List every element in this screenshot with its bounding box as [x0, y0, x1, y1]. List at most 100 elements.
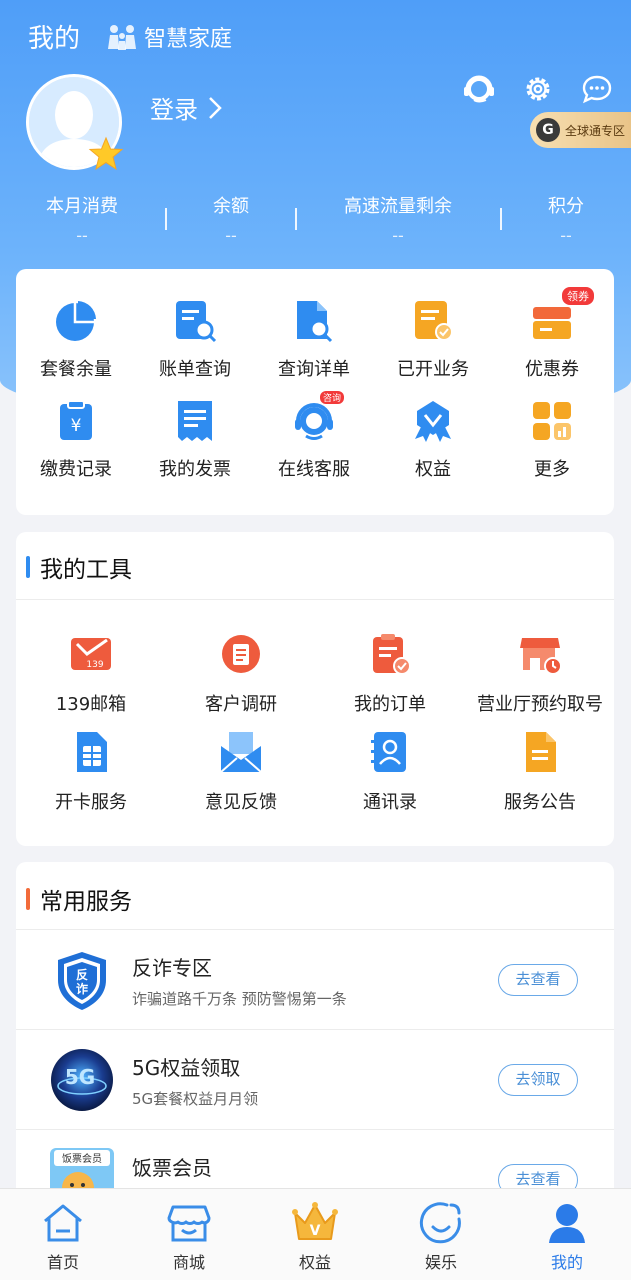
tab-label: 我的 — [550, 1253, 583, 1272]
view-button[interactable]: 去查看 — [498, 964, 578, 996]
grid-item-label: 缴费记录 — [40, 459, 112, 480]
login-link[interactable]: 登录 — [150, 90, 222, 125]
tool-item-store-appointment[interactable]: 营业厅预约取号 — [465, 630, 615, 716]
tab-shop[interactable]: 商城 — [139, 1201, 239, 1273]
stat-label: 本月消费 — [46, 196, 118, 217]
service-subtitle: 诈骗道路千万条 预防警惕第一条 — [132, 990, 347, 1008]
global-zone-logo-icon: G — [536, 118, 560, 142]
tool-item-my-orders[interactable]: 我的订单 — [315, 630, 465, 716]
smart-family-link[interactable]: 智慧家庭 — [106, 21, 232, 53]
survey-icon — [222, 635, 260, 673]
anti-fraud-shield-icon: 反 诈 — [58, 952, 106, 1010]
family-label: 智慧家庭 — [144, 26, 233, 52]
top-bar: 我的 智慧家庭 — [28, 18, 232, 55]
opened-service-icon — [415, 301, 453, 341]
stat-monthly-spend[interactable]: 本月消费 -- — [22, 192, 142, 245]
stat-points[interactable]: 积分 -- — [516, 192, 616, 245]
tool-item-contacts[interactable]: 通讯录 — [315, 728, 465, 814]
quick-actions-card: 套餐余量 账单查询 查询详单 已开业务 领券 优惠券 ¥ 缴费记录 我的发票 咨… — [16, 269, 614, 515]
stat-balance[interactable]: 余额 -- — [181, 192, 281, 245]
tool-item-label: 开卡服务 — [55, 792, 127, 813]
global-zone-button[interactable]: G 全球通专区 — [530, 112, 631, 148]
svg-text:¥: ¥ — [71, 416, 82, 436]
tab-home[interactable]: 首页 — [13, 1201, 113, 1273]
bill-search-icon — [176, 301, 217, 343]
service-subtitle: 5G套餐权益月月领 — [132, 1090, 259, 1108]
grid-item-label: 权益 — [415, 459, 451, 480]
tool-item-customer-survey[interactable]: 客户调研 — [166, 630, 316, 716]
bottom-tab-bar: 首页 商城 V 权益 娱乐 我的 — [0, 1188, 631, 1280]
grid-item-coupons[interactable]: 领券 优惠券 — [497, 287, 607, 381]
svg-text:5G: 5G — [65, 1065, 95, 1089]
rights-icon — [415, 401, 451, 442]
tool-item-service-notice[interactable]: 服务公告 — [465, 728, 615, 814]
stat-label: 积分 — [548, 196, 584, 217]
tab-profile[interactable]: 我的 — [517, 1201, 617, 1273]
stat-value: -- — [392, 226, 404, 245]
grid-item-label: 更多 — [534, 459, 570, 480]
tool-item-label: 客户调研 — [205, 694, 277, 715]
more-grid-icon — [533, 402, 571, 440]
profile-icon — [549, 1204, 585, 1243]
grid-item-opened-services[interactable]: 已开业务 — [378, 297, 488, 381]
grid-item-plan-balance[interactable]: 套餐余量 — [21, 297, 131, 381]
section-title-tools: 我的工具 — [26, 550, 132, 584]
service-row-anti-fraud[interactable]: 反 诈 反诈专区 诈骗道路千万条 预防警惕第一条 去查看 — [16, 930, 614, 1030]
store-queue-icon — [520, 638, 562, 675]
grid-item-more[interactable]: 更多 — [497, 397, 607, 481]
tool-item-feedback[interactable]: 意见反馈 — [166, 728, 316, 814]
messages-button[interactable] — [580, 72, 614, 106]
tab-label: 权益 — [298, 1253, 331, 1272]
grid-item-detail-query[interactable]: 查询详单 — [259, 297, 369, 381]
crown-icon: V — [292, 1202, 338, 1240]
home-icon — [44, 1204, 82, 1242]
account-stats: 本月消费 -- 余额 -- 高速流量剩余 -- 积分 -- — [0, 192, 631, 252]
tool-item-label: 意见反馈 — [205, 792, 277, 813]
pie-chart-icon — [56, 301, 96, 341]
section-accent-bar — [26, 888, 30, 910]
family-icon — [108, 24, 137, 50]
tab-label: 商城 — [172, 1253, 205, 1272]
section-title-text: 常用服务 — [40, 889, 132, 915]
grid-item-label: 查询详单 — [278, 359, 350, 380]
page-title: 我的 — [28, 24, 81, 54]
grid-item-label: 在线客服 — [278, 459, 350, 480]
section-title-services: 常用服务 — [26, 882, 132, 916]
tab-entertainment[interactable]: 娱乐 — [391, 1201, 491, 1273]
grid-item-bill-query[interactable]: 账单查询 — [140, 297, 250, 381]
contacts-icon — [371, 732, 406, 772]
settings-button[interactable] — [521, 72, 555, 106]
tool-item-139-mail[interactable]: 139 139邮箱 — [16, 630, 166, 716]
svg-text:139: 139 — [86, 660, 103, 670]
grid-item-payment-records[interactable]: ¥ 缴费记录 — [21, 397, 131, 481]
grid-item-label: 账单查询 — [159, 359, 231, 380]
tool-item-open-card[interactable]: 开卡服务 — [16, 728, 166, 814]
stat-divider — [500, 208, 502, 230]
customer-service-headset-button[interactable] — [462, 72, 496, 106]
tool-item-label: 营业厅预约取号 — [477, 694, 603, 715]
grid-item-rights[interactable]: 权益 — [378, 397, 488, 481]
svg-text:V: V — [310, 1223, 321, 1239]
tool-item-label: 我的订单 — [354, 694, 426, 715]
svg-text:诈: 诈 — [76, 981, 88, 996]
service-title: 反诈专区 — [132, 956, 212, 980]
chat-bubble-icon — [582, 75, 612, 104]
detail-search-icon — [297, 301, 333, 343]
stat-value: -- — [76, 226, 88, 245]
section-accent-bar — [26, 556, 30, 578]
login-label: 登录 — [150, 96, 198, 124]
grid-item-my-invoices[interactable]: 我的发票 — [140, 397, 250, 481]
coupon-icon — [533, 307, 571, 339]
service-row-5g-rights[interactable]: 5G 5G权益领取 5G套餐权益月月领 去领取 — [16, 1030, 614, 1130]
claim-button[interactable]: 去领取 — [498, 1064, 578, 1096]
invoice-icon — [178, 401, 212, 441]
5g-globe-icon: 5G — [51, 1049, 113, 1111]
stat-value: -- — [225, 226, 237, 245]
customer-service-icon — [295, 403, 333, 440]
grid-item-online-service[interactable]: 咨询 在线客服 — [259, 391, 369, 481]
svg-text:饭票会员: 饭票会员 — [62, 1152, 102, 1165]
tab-rights[interactable]: V 权益 — [265, 1201, 365, 1273]
shop-icon — [167, 1205, 211, 1242]
stat-data-remaining[interactable]: 高速流量剩余 -- — [318, 192, 478, 245]
mail-139-icon: 139 — [71, 638, 111, 670]
